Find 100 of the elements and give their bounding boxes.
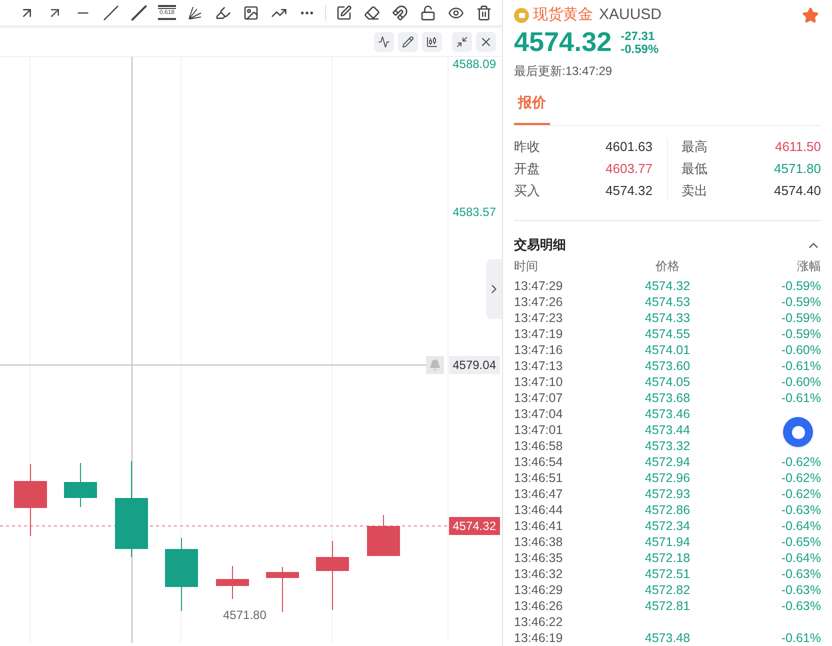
trade-time: 13:46:44 [514,502,564,518]
trade-price: 4572.18 [644,550,692,566]
column-header: 时间 [514,258,539,275]
trade-change: -0.64% [780,550,821,566]
trade-change: -0.63% [780,502,821,518]
column-header: 涨幅 [796,258,821,275]
trade-change: -0.63% [780,582,821,598]
trade-change: -0.63% [780,566,821,582]
price-axis-label: 4583.57 [452,204,496,221]
trade-price: 4571.94 [644,534,692,550]
trade-time: 13:46:58 [514,438,564,454]
trade-price: 4572.93 [644,486,692,502]
favorite-star-icon[interactable] [802,6,819,24]
collapse-button[interactable] [452,32,472,52]
trade-time: 13:46:19 [514,630,564,646]
trade-time: 13:46:35 [514,550,564,566]
trade-change: -0.62% [780,486,821,502]
current-price-label: 4574.32 [448,517,500,535]
trade-change: -0.65% [780,534,821,550]
pencil-icon [402,36,414,48]
stat-value: 4571.80 [774,160,821,178]
instrument-symbol: XAUUSD [599,4,662,25]
stat-value: 4611.50 [774,138,821,156]
trade-price: 4574.55 [644,326,692,342]
trade-price: 4574.01 [644,342,692,358]
candlestick-icon [426,36,438,48]
trade-price: 4574.05 [644,374,692,390]
trade-change: -0.60% [780,374,821,390]
stat-value: 4603.77 [606,160,652,178]
trade-price: 4572.94 [644,454,692,470]
trade-time: 13:47:07 [514,390,564,406]
stat-label: 最低 [682,160,708,178]
trade-details-title: 交易明细 [514,236,566,254]
trade-time: 13:47:19 [514,326,564,342]
last-updated-time: 最后更新:13:47:29 [514,63,614,80]
trade-time: 13:46:47 [514,486,564,502]
trade-time: 13:46:26 [514,598,564,614]
trade-time: 13:46:29 [514,582,564,598]
trade-change: -0.59% [780,310,821,326]
instrument-name: 现货黄金 [533,4,593,25]
trade-time: 13:46:38 [514,534,564,550]
price-change-percent: -0.59% [620,42,659,56]
trade-price: 4572.96 [644,470,692,486]
stat-value: 4574.32 [606,182,652,200]
trade-change: -0.61% [780,390,821,406]
trade-time: 13:47:26 [514,294,564,310]
indicator-button[interactable] [374,32,394,52]
trade-price: 4572.51 [644,566,692,582]
trade-change: -0.59% [780,326,821,342]
stat-value: 4574.40 [774,182,821,200]
trade-price: 4573.46 [644,406,692,422]
trade-time: 13:47:13 [514,358,564,374]
stat-label: 卖出 [682,182,708,200]
price-axis-label: 4588.09 [452,57,496,73]
stat-label: 买入 [514,182,540,200]
crosshair-price-label: 4579.04 [448,356,500,374]
trade-price: 4573.68 [644,390,692,406]
close-icon [479,35,493,49]
trade-time: 13:46:51 [514,470,564,486]
trade-price: 4573.44 [644,422,692,438]
trade-time: 13:47:16 [514,342,564,358]
current-price: 4574.32 [514,29,612,56]
trade-change: -0.62% [780,454,821,470]
draw-button[interactable] [398,32,418,52]
low-price-label: 4571.80 [223,607,266,624]
trade-price: 4572.34 [644,518,692,534]
trade-time: 13:46:32 [514,566,564,582]
trade-change: -0.62% [780,470,821,486]
chat-float-button[interactable] [783,417,813,447]
trade-change: -0.61% [780,358,821,374]
trade-time: 13:46:22 [514,614,564,630]
stat-label: 最高 [682,138,708,156]
trade-change: -0.59% [780,278,821,294]
trade-price: 4573.32 [644,438,692,454]
trade-time: 13:47:04 [514,406,564,422]
close-button[interactable] [476,32,496,52]
trade-price: 4574.32 [644,278,692,294]
trade-time: 13:47:29 [514,278,564,294]
trade-time: 13:47:01 [514,422,564,438]
trade-change: -0.63% [780,598,821,614]
candlestick-button[interactable] [422,32,442,52]
trade-change: -0.61% [780,630,821,646]
column-header: 价格 [654,258,680,275]
trade-time: 13:46:54 [514,454,564,470]
trade-price: 4573.60 [644,358,692,374]
stat-label: 开盘 [514,160,540,178]
trade-price: 4572.86 [644,502,692,518]
coin-icon [514,8,529,22]
stat-label: 昨收 [514,138,540,156]
price-change: -27.31 [620,30,656,43]
minimize-icon [456,36,468,48]
trade-change: -0.60% [780,342,821,358]
trade-time: 13:47:23 [514,310,564,326]
stat-value: 4601.63 [606,138,652,156]
expand-panel-handle[interactable] [486,259,502,319]
trade-price: 4572.82 [644,582,692,598]
trade-price: 4574.33 [644,310,692,326]
trade-price: 4572.81 [644,598,692,614]
trade-price: 4574.53 [644,294,692,310]
trade-change: -0.59% [780,294,821,310]
